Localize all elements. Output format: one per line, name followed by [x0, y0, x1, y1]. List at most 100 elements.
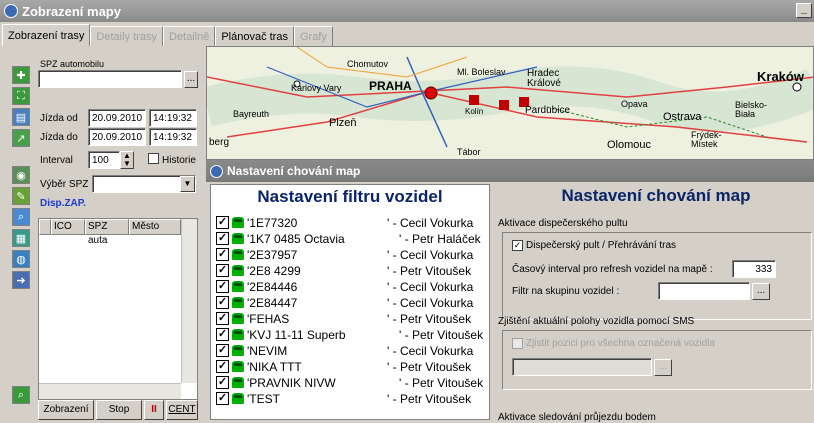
spz-browse-button[interactable]: ...	[184, 71, 198, 88]
vehicle-checkbox[interactable]: ✓	[216, 328, 229, 341]
car-icon	[232, 345, 244, 356]
tab-planovac-tras[interactable]: Plánovač tras	[215, 26, 294, 46]
settings-window: Nastavení chování map Nastavení filtru v…	[206, 160, 814, 423]
grid-col-spz[interactable]: SPZ auta	[85, 219, 129, 246]
list-item[interactable]: ✓ 'KVJ 11-11 Superb ' - Petr Vitoušek	[216, 327, 483, 342]
select-spz-label: Výběr SPZ	[40, 179, 89, 190]
from-time-input[interactable]: 14:19:32	[149, 109, 197, 127]
list-item[interactable]: ✓ '1E77320 ' - Cecil Vokurka	[216, 215, 473, 230]
minimize-button[interactable]: _	[796, 3, 812, 18]
sms-checkbox-row[interactable]: Zjistit pozici pro všechna označená vozi…	[512, 338, 715, 349]
vehicle-checkbox[interactable]: ✓	[216, 312, 229, 325]
vehicle-checkbox[interactable]: ✓	[216, 344, 229, 357]
map-city-label: Tábor	[457, 147, 481, 157]
vehicle-checkbox[interactable]: ✓	[216, 392, 229, 405]
window-title: Zobrazení mapy	[22, 3, 121, 19]
map-city-label: PRAHA	[369, 79, 412, 93]
report-icon[interactable]: ➔	[12, 271, 30, 289]
tab-grafy[interactable]: Grafy	[293, 26, 333, 46]
car-icon	[232, 377, 244, 388]
list-item[interactable]: ✓ '2E84447 ' - Cecil Vokurka	[216, 295, 473, 310]
zoom-fit-icon[interactable]: ⛶	[12, 87, 30, 105]
tab-detaily-trasy[interactable]: Detaily trasy	[90, 26, 163, 46]
interval-input[interactable]: 100	[88, 151, 120, 169]
spz-input[interactable]	[38, 70, 182, 88]
grid-horizontal-scrollbar[interactable]	[39, 383, 181, 399]
grid-col-select	[39, 219, 51, 235]
sms-checkbox[interactable]	[512, 338, 523, 349]
pause-button[interactable]: II	[144, 400, 164, 420]
vehicle-checkbox[interactable]: ✓	[216, 376, 229, 389]
from-date-input[interactable]: 20.09.2010	[88, 109, 146, 127]
next-section-label: Aktivace sledování průjezdu bodem	[498, 412, 656, 423]
map-city-label: berg	[209, 137, 230, 148]
tab-zobrazeni-trasy[interactable]: Zobrazení trasy	[2, 24, 91, 46]
tool-column: ✚ ⛶ ▤ ↗	[12, 66, 30, 150]
edit-icon[interactable]: ✎	[12, 187, 30, 205]
vehicle-checkbox[interactable]: ✓	[216, 264, 229, 277]
list-item[interactable]: ✓ '1K7 0485 Octavia ' - Petr Haláček	[216, 231, 481, 246]
grid-col-ico[interactable]: ICO	[51, 219, 85, 235]
map-city-label: Kolín	[465, 107, 484, 116]
to-time-input[interactable]: 14:19:32	[149, 128, 197, 146]
vehicle-checkbox[interactable]: ✓	[216, 216, 229, 229]
car-icon	[232, 281, 244, 292]
refresh-input[interactable]: 333	[732, 260, 776, 278]
map-city-label: Kraków	[757, 69, 804, 84]
dispatch-section-label: Aktivace dispečerského pultu	[498, 218, 628, 229]
group-filter-browse-button[interactable]: ...	[752, 283, 770, 300]
magnify-icon[interactable]: ⌕	[12, 386, 30, 404]
list-item[interactable]: ✓ 'TEST ' - Petr Vitoušek	[216, 391, 471, 406]
map-city-label: Ostrava	[663, 111, 702, 123]
vehicle-checkbox[interactable]: ✓	[216, 232, 229, 245]
find-icon[interactable]: ⌕	[12, 208, 30, 226]
grid-col-city[interactable]: Město	[129, 219, 181, 235]
car-icon	[232, 393, 244, 404]
zoom-extent-icon[interactable]: ✚	[12, 66, 30, 84]
center-button[interactable]: CENT	[166, 400, 198, 420]
group-filter-input[interactable]	[658, 282, 750, 300]
car-icon	[232, 329, 244, 340]
chevron-down-icon[interactable]: ▼	[180, 176, 195, 192]
map-city-label: Chomutov	[347, 59, 389, 69]
settings-title: Nastavení chování map	[227, 164, 361, 178]
vehicle-checkbox[interactable]: ✓	[216, 360, 229, 373]
list-item[interactable]: ✓ '2E84446 ' - Cecil Vokurka	[216, 279, 473, 294]
stop-button[interactable]: Stop	[96, 400, 142, 420]
show-button[interactable]: Zobrazení	[38, 400, 94, 420]
refresh-label: Časový interval pro refresh vozidel na m…	[512, 264, 713, 275]
disp-status: Disp.ZAP.	[40, 198, 86, 209]
signal-icon[interactable]: ◉	[12, 166, 30, 184]
map-behavior-pane: Nastavení chování map Aktivace dispečers…	[498, 184, 814, 423]
list-item[interactable]: ✓ 'NEVIM ' - Cecil Vokurka	[216, 343, 473, 358]
to-label: Jízda do	[40, 132, 78, 143]
tab-detailne[interactable]: Detailně	[162, 26, 216, 46]
export-icon[interactable]: ▦	[12, 229, 30, 247]
list-item[interactable]: ✓ 'PRAVNIK NIVW ' - Petr Vitoušek	[216, 375, 483, 390]
filter-heading: Nastavení filtru vozidel	[257, 187, 443, 206]
map-behavior-heading: Nastavení chování map	[561, 186, 751, 205]
list-item[interactable]: ✓ 'FEHAS ' - Petr Vitoušek	[216, 311, 471, 326]
list-item[interactable]: ✓ '2E8 4299 ' - Petr Vitoušek	[216, 263, 471, 278]
layers-icon[interactable]: ▤	[12, 108, 30, 126]
grid-vertical-scrollbar[interactable]	[181, 219, 197, 383]
map-city-label: Plzeň	[329, 117, 357, 129]
sms-browse-button[interactable]: ...	[654, 359, 672, 376]
vehicle-grid[interactable]: ICO SPZ auta Město	[38, 218, 198, 400]
list-item[interactable]: ✓ '2E37957 ' - Cecil Vokurka	[216, 247, 473, 262]
map-view[interactable]: Chomutov Ml. Boleslav Hradec Králové Kra…	[206, 46, 814, 160]
history-checkbox[interactable]	[148, 153, 159, 164]
vehicle-checkbox[interactable]: ✓	[216, 280, 229, 293]
sms-input[interactable]	[512, 358, 652, 376]
list-item[interactable]: ✓ 'NIKA TTT ' - Petr Vitoušek	[216, 359, 471, 374]
dispatch-checkbox-row[interactable]: ✓ Dispečerský pult / Přehrávání tras	[512, 240, 676, 251]
map-city-label: Hradec Králové	[527, 68, 561, 89]
route-icon[interactable]: ↗	[12, 129, 30, 147]
globe-icon[interactable]: ◍	[12, 250, 30, 268]
to-date-input[interactable]: 20.09.2010	[88, 128, 146, 146]
vehicle-checkbox[interactable]: ✓	[216, 296, 229, 309]
vehicle-checkbox[interactable]: ✓	[216, 248, 229, 261]
dispatch-checkbox[interactable]: ✓	[512, 240, 523, 251]
interval-stepper[interactable]: ▲ ▼	[120, 151, 134, 169]
car-icon	[232, 297, 244, 308]
